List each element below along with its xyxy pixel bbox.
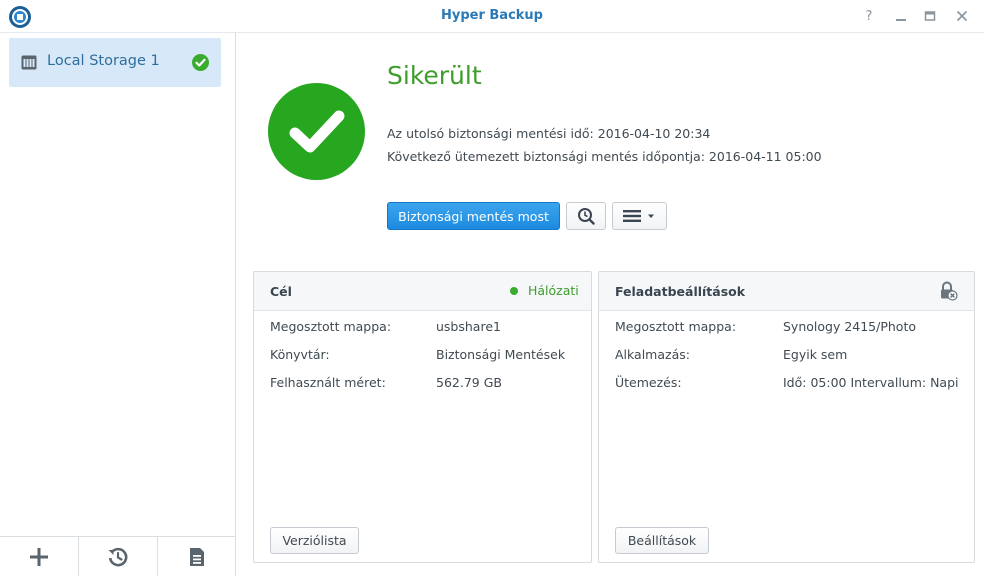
status-title: Sikerült	[387, 61, 482, 90]
success-status-icon	[268, 83, 365, 180]
menu-icon	[623, 210, 641, 222]
target-row-label: Könyvtár:	[270, 347, 330, 362]
action-menu-button[interactable]	[612, 202, 667, 230]
clock-search-icon	[578, 208, 595, 225]
task-panel-header: Feladatbeállítások	[599, 272, 974, 311]
task-panel-title: Feladatbeállítások	[615, 284, 746, 299]
log-icon	[190, 547, 204, 566]
window-title: Hyper Backup	[440, 8, 543, 23]
last-backup-time: Az utolsó biztonsági mentési idő: 2016-0…	[387, 126, 711, 141]
check-circle-icon	[192, 54, 209, 71]
lock-cancel-icon[interactable]	[938, 281, 958, 301]
chevron-down-icon	[648, 214, 654, 218]
version-history-button[interactable]	[566, 202, 606, 230]
task-row-value: Idő: 05:00 Intervallum: Napi	[783, 375, 959, 390]
settings-button[interactable]: Beállítások	[615, 527, 709, 554]
target-panel-header: Cél Hálózati	[254, 272, 591, 311]
task-row-value: Synology 2415/Photo	[783, 319, 917, 334]
version-list-button[interactable]: Verziólista	[270, 527, 359, 554]
restore-button[interactable]	[79, 537, 158, 576]
target-status: Hálózati	[528, 283, 579, 298]
add-icon	[30, 547, 48, 566]
next-backup-time: Következő ütemezett biztonsági mentés id…	[387, 149, 822, 164]
target-row-label: Felhasznált méret:	[270, 375, 386, 390]
add-task-button[interactable]	[0, 537, 79, 576]
target-row-value: 562.79 GB	[436, 375, 502, 390]
backup-now-button[interactable]: Biztonsági mentés most	[387, 202, 560, 230]
title-bar: Hyper Backup ?	[0, 0, 984, 33]
sidebar: Local Storage 1	[0, 33, 236, 576]
restore-history-icon	[108, 547, 128, 566]
maximize-icon[interactable]	[921, 7, 939, 25]
task-row-label: Alkalmazás:	[615, 347, 690, 362]
storage-icon	[21, 55, 37, 70]
sidebar-footer	[0, 536, 236, 576]
task-settings-panel: Feladatbeállítások Megosztott mappa: Syn…	[598, 271, 975, 563]
help-icon[interactable]: ?	[860, 7, 878, 25]
target-panel: Cél Hálózati Megosztott mappa: usbshare1…	[253, 271, 592, 563]
close-icon[interactable]	[953, 7, 971, 25]
sidebar-item-local-storage-1[interactable]: Local Storage 1	[9, 38, 221, 87]
target-row-value: Biztonsági Mentések	[436, 347, 566, 362]
task-row-label: Ütemezés:	[615, 375, 682, 390]
task-row-label: Megosztott mappa:	[615, 319, 737, 334]
sidebar-item-label: Local Storage 1	[47, 53, 160, 69]
target-row-label: Megosztott mappa:	[270, 319, 392, 334]
minimize-icon[interactable]	[892, 7, 910, 25]
online-status-dot-icon	[510, 287, 518, 295]
target-panel-title: Cél	[270, 284, 292, 299]
log-button[interactable]	[158, 537, 236, 576]
task-row-value: Egyik sem	[783, 347, 848, 362]
target-row-value: usbshare1	[436, 319, 501, 334]
